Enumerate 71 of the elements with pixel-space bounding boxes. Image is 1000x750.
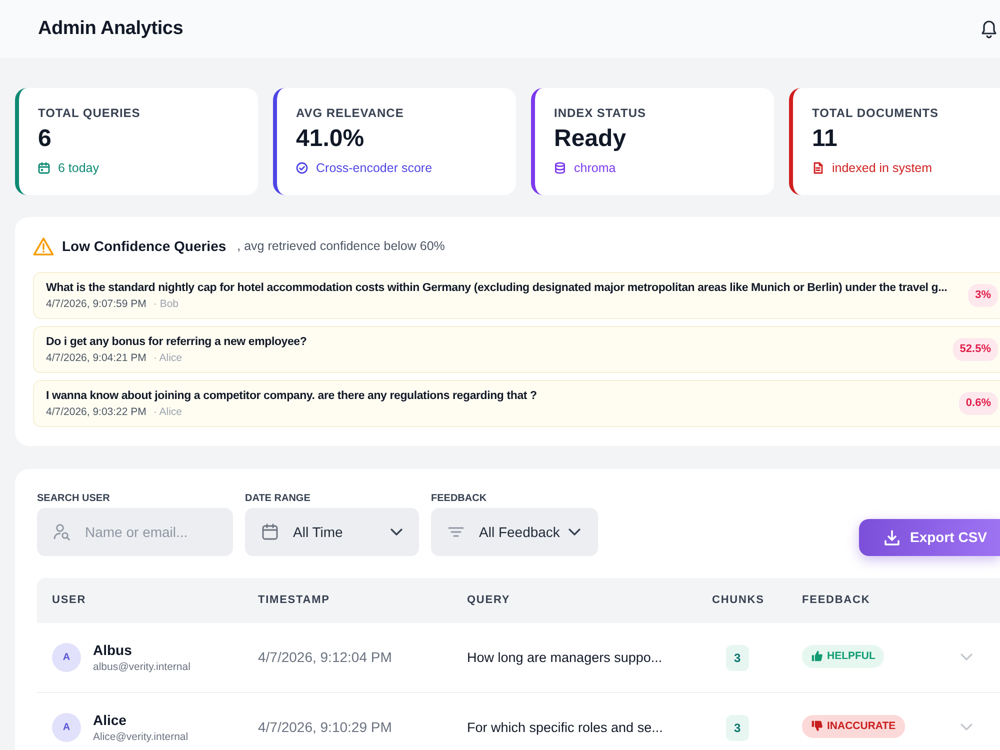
query-text: How long are managers suppo...	[467, 650, 662, 664]
stat-value: 6	[38, 124, 52, 153]
check-circle-icon	[296, 162, 308, 174]
user-name: Alice	[93, 712, 128, 728]
search-field[interactable]: Name or email...	[37, 508, 233, 556]
warning-icon	[33, 237, 54, 256]
user-avatar: A	[52, 643, 81, 672]
confidence-badge: 0.6%	[958, 392, 998, 415]
thumbs-up-icon	[811, 650, 823, 662]
feedback-select[interactable]: All Feedback	[431, 508, 598, 556]
stat-note: chroma	[574, 160, 616, 177]
confidence-badge: 3%	[968, 284, 998, 307]
query-user: · Alice	[153, 351, 182, 365]
column-header: USER	[52, 593, 88, 608]
stat-label: INDEX STATUS	[554, 105, 647, 121]
column-header: TIMESTAMP	[258, 593, 331, 608]
query-text: For which specific roles and se...	[467, 720, 663, 734]
feedback-badge: INACCURATE	[802, 714, 905, 738]
chunk-count-badge: 3	[726, 714, 749, 740]
chunk-count-badge: 3	[726, 644, 749, 670]
expand-chevron-icon[interactable]	[960, 653, 973, 662]
column-header: FEEDBACK	[802, 593, 872, 608]
user-search-icon	[53, 523, 71, 541]
expand-chevron-icon[interactable]	[960, 723, 973, 732]
query-time: 4/7/2026, 9:07:59 PM	[46, 297, 146, 311]
column-header: CHUNKS	[712, 593, 766, 608]
feedback-badge: HELPFUL	[802, 644, 884, 668]
export-csv-button[interactable]: Export CSV	[858, 519, 1000, 556]
chevron-down-icon	[568, 528, 581, 536]
stat-value: 41.0%	[296, 124, 366, 153]
column-header: QUERY	[467, 593, 512, 608]
low-confidence-item[interactable]: I wanna know about joining a competitor company. are there any regulations regarding that ? 4/7/2026, 9:03:22 PM · Alice 0.6%	[33, 380, 1000, 427]
stat-note: Cross-encoder score	[316, 160, 432, 177]
page-title: Admin Analytics	[38, 18, 184, 40]
low-confidence-item[interactable]: What is the standard nightly cap for hotel accommodation costs within Germany (excluding designated major metropolitan areas like Munich or Berlin) under the travel g... 4/7/2026, 9:07:59 PM · Bob 3%	[33, 272, 1000, 319]
confidence-badge: 52.5%	[952, 338, 998, 361]
calendar-icon	[38, 162, 50, 174]
query-text: What is the standard nightly cap for hotel accommodation costs within Germany (excluding designated major metropolitan areas like Munich or Berlin) under the travel g...	[46, 281, 948, 296]
filter-label: FEEDBACK	[431, 493, 488, 505]
database-icon	[554, 162, 566, 174]
download-icon	[882, 528, 901, 546]
filter-label: SEARCH USER	[37, 493, 111, 505]
user-avatar: A	[52, 713, 81, 742]
timestamp-text: 4/7/2026, 9:12:04 PM	[258, 648, 392, 664]
stat-label: AVG RELEVANCE	[296, 105, 405, 121]
chevron-down-icon	[390, 528, 403, 536]
query-time: 4/7/2026, 9:04:21 PM	[46, 351, 146, 365]
stat-label: TOTAL DOCUMENTS	[812, 105, 940, 121]
query-user: · Alice	[153, 405, 182, 419]
panel-subtitle: , avg retrieved confidence below 60%	[237, 238, 445, 256]
query-text: I wanna know about joining a competitor company. are there any regulations regarding that ?	[46, 389, 537, 404]
low-confidence-item[interactable]: Do i get any bonus for referring a new employee? 4/7/2026, 9:04:21 PM · Alice 52.5%	[33, 326, 1000, 373]
timestamp-text: 4/7/2026, 9:10:29 PM	[258, 718, 392, 734]
stat-value: Ready	[554, 124, 628, 153]
user-name: Albus	[93, 642, 133, 658]
query-text: Do i get any bonus for referring a new employee?	[46, 335, 307, 350]
stat-value: 11	[812, 124, 838, 153]
query-user: · Bob	[153, 297, 179, 311]
stat-label: TOTAL QUERIES	[38, 105, 142, 121]
document-icon	[812, 162, 824, 174]
calendar-icon	[261, 523, 279, 541]
date-range-select[interactable]: All Time	[245, 508, 419, 556]
user-email: Alice@verity.internal	[93, 730, 188, 744]
filter-label: DATE RANGE	[245, 493, 312, 505]
query-time: 4/7/2026, 9:03:22 PM	[46, 405, 146, 419]
user-email: albus@verity.internal	[93, 660, 190, 674]
notification-bell-icon[interactable]	[981, 20, 997, 38]
panel-title: Low Confidence Queries	[62, 237, 226, 256]
thumbs-down-icon	[811, 720, 823, 732]
stat-note: indexed in system	[832, 160, 932, 177]
stat-note: 6 today	[58, 160, 100, 177]
